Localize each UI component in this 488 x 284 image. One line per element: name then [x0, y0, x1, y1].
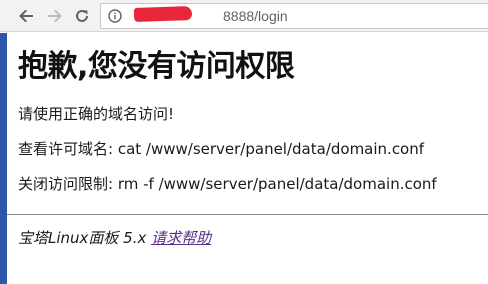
left-accent-strip — [0, 33, 7, 284]
reload-button[interactable] — [72, 6, 92, 26]
page-content: 抱歉,您没有访问权限 请使用正确的域名访问! 查看许可域名: cat /www/… — [18, 33, 478, 193]
footer: 宝塔Linux面板 5.x 请求帮助 — [18, 229, 211, 247]
redaction-mark — [133, 5, 193, 23]
forward-button[interactable] — [45, 6, 65, 26]
help-link[interactable]: 请求帮助 — [151, 229, 211, 247]
disable-restriction-command: 关闭访问限制: rm -f /www/server/panel/data/dom… — [18, 175, 437, 193]
view-domain-command: 查看许可域名: cat /www/server/panel/data/domai… — [18, 140, 425, 158]
instruction-line: 请使用正确的域名访问! — [18, 105, 175, 123]
info-circle-icon[interactable] — [108, 9, 122, 23]
reload-icon — [76, 9, 88, 22]
url-host: 8888 — [223, 8, 255, 24]
divider — [7, 214, 488, 215]
footer-text: 宝塔Linux面板 5.x — [18, 229, 152, 247]
url-path: /login — [254, 8, 288, 24]
page-title: 抱歉,您没有访问权限 — [18, 49, 295, 84]
browser-toolbar: 8888/login — [0, 0, 488, 32]
back-button[interactable] — [16, 6, 36, 26]
arrow-left-icon — [19, 9, 33, 23]
arrow-right-icon — [48, 9, 62, 23]
